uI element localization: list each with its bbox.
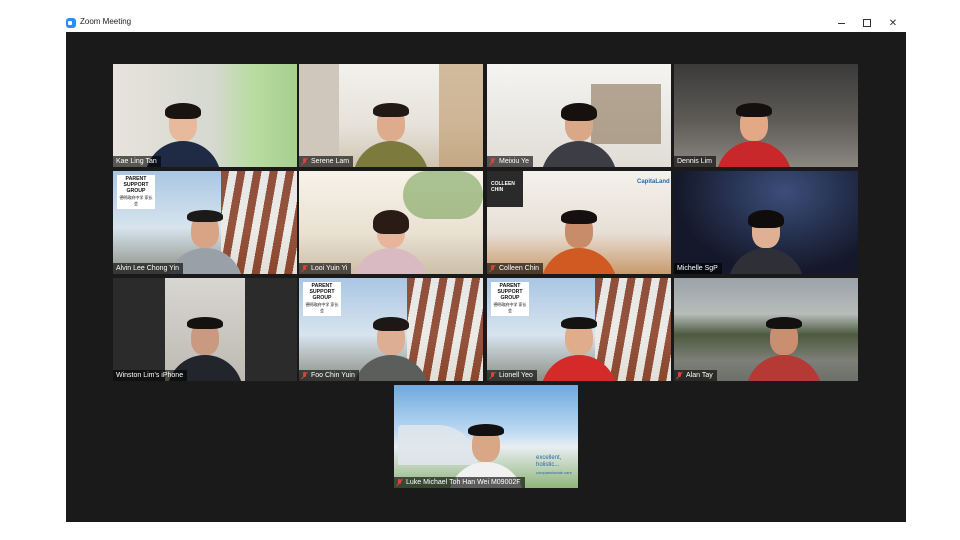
participant-name-tag: Serene Lam — [299, 156, 354, 167]
participant-video — [742, 317, 826, 381]
participant-tile[interactable]: Looi Yuin Yi — [299, 171, 483, 274]
participant-tile[interactable]: excellent, holistic... compassionate care … — [394, 385, 578, 488]
participant-video — [349, 317, 433, 381]
mic-muted-icon — [490, 372, 496, 379]
participant-tile[interactable]: Alan Tay — [674, 278, 858, 381]
participant-name: Winston Lim's iPhone — [116, 372, 184, 379]
mic-muted-icon — [490, 265, 496, 272]
participant-name-tag: Luke Michael Toh Han Wei M09002F — [394, 477, 525, 488]
participant-name: Serene Lam — [311, 158, 350, 165]
participant-name: Michelle SgP — [677, 265, 718, 272]
zoom-logo-icon — [66, 18, 76, 28]
participant-tile[interactable]: Serene Lam — [299, 64, 483, 167]
capitaland-logo: CapitaLand — [637, 179, 670, 185]
participant-tile[interactable]: COLLEEN CHIN CapitaLand Colleen Chin — [487, 171, 671, 274]
participant-name-tag: Looi Yuin Yi — [299, 263, 352, 274]
participant-tile[interactable]: PARENT SUPPORT GROUP 德明政府中学 家长会 Alvin Lee C… — [113, 171, 297, 274]
restore-button[interactable] — [854, 16, 880, 31]
colleen-chin-sign: COLLEEN CHIN — [491, 181, 515, 193]
participant-name-tag: Winston Lim's iPhone — [113, 370, 188, 381]
participant-tile[interactable]: Meixiu Ye — [487, 64, 671, 167]
participant-name: Luke Michael Toh Han Wei M09002F — [406, 479, 521, 486]
participant-name-tag: Colleen Chin — [487, 263, 544, 274]
mic-muted-icon — [397, 479, 403, 486]
participant-video — [349, 103, 433, 167]
participant-tile[interactable]: PARENT SUPPORT GROUP 德明政府中学 家长会 Lionell Yeo — [487, 278, 671, 381]
hospital-tagline: excellent, holistic... compassionate care — [536, 455, 572, 475]
parent-support-group-logo: PARENT SUPPORT GROUP 德明政府中学 家长会 — [491, 282, 529, 316]
participant-name-tag: Alan Tay — [674, 370, 717, 381]
participant-name: Dennis Lim — [677, 158, 713, 165]
mic-muted-icon — [490, 158, 496, 165]
participant-name-tag: Michelle SgP — [674, 263, 722, 274]
participant-name-tag: Dennis Lim — [674, 156, 717, 167]
participant-tile[interactable]: Kae Ling Tan — [113, 64, 297, 167]
participant-name: Meixiu Ye — [499, 158, 529, 165]
participant-video — [724, 210, 808, 274]
participant-name-tag: Alvin Lee Chong Yin — [113, 263, 184, 274]
minimize-icon — [837, 22, 845, 24]
window-title: Zoom Meeting — [80, 17, 132, 26]
participant-name: Foo Chin Yuin — [311, 372, 355, 379]
participant-name: Colleen Chin — [499, 265, 540, 272]
parent-support-group-logo: PARENT SUPPORT GROUP 德明政府中学 家长会 — [117, 175, 155, 209]
participant-name-tag: Foo Chin Yuin — [299, 370, 359, 381]
participant-video — [706, 103, 802, 167]
participant-tile[interactable]: Michelle SgP — [674, 171, 858, 274]
minimize-button[interactable] — [828, 16, 854, 31]
participant-video — [537, 317, 621, 381]
participant-video — [537, 210, 621, 274]
video-gallery: Kae Ling Tan Serene Lam Meixiu Ye Dennis… — [66, 32, 906, 522]
participant-tile-active-speaker[interactable]: PARENT SUPPORT GROUP 德明政府中学 家长会 Foo Chin Yu… — [299, 278, 483, 381]
participant-name-tag: Meixiu Ye — [487, 156, 533, 167]
restore-icon — [863, 19, 871, 28]
participant-name-tag: Lionell Yeo — [487, 370, 537, 381]
participant-tile[interactable]: Winston Lim's iPhone — [113, 278, 297, 381]
participant-name: Lionell Yeo — [499, 372, 533, 379]
close-button[interactable]: ✕ — [880, 16, 906, 31]
participant-name: Looi Yuin Yi — [311, 265, 348, 272]
participant-tile[interactable]: Dennis Lim — [674, 64, 858, 167]
mic-muted-icon — [302, 158, 308, 165]
mic-muted-icon — [677, 372, 683, 379]
mic-muted-icon — [302, 372, 308, 379]
participant-name-tag: Kae Ling Tan — [113, 156, 161, 167]
participant-name: Kae Ling Tan — [116, 158, 157, 165]
participant-video — [537, 103, 621, 167]
participant-name: Alvin Lee Chong Yin — [116, 265, 180, 272]
title-bar: Zoom Meeting ✕ — [66, 16, 906, 32]
parent-support-group-logo: PARENT SUPPORT GROUP 德明政府中学 家长会 — [303, 282, 341, 316]
close-icon: ✕ — [888, 18, 898, 29]
mic-muted-icon — [302, 265, 308, 272]
participant-name: Alan Tay — [686, 372, 713, 379]
participant-video — [349, 210, 433, 274]
